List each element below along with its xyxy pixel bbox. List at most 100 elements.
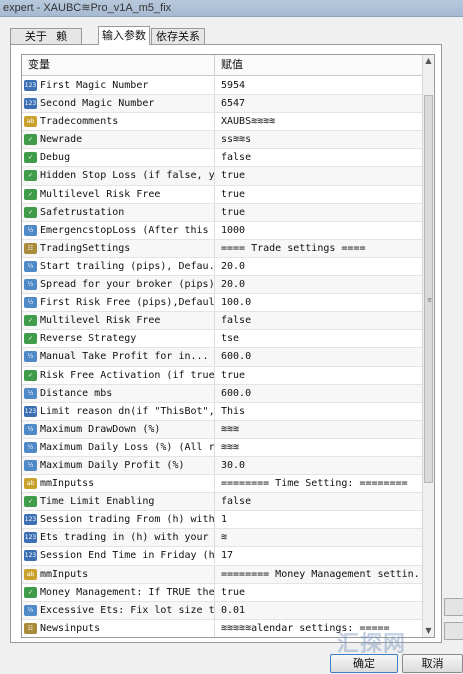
table-row[interactable]: 123 Second Magic Number 6547: [22, 95, 422, 114]
watermark-logo: 汇探网: [337, 632, 407, 657]
tab-dependencies[interactable]: 依存关系: [151, 28, 205, 44]
parameter-name: Newrade: [40, 131, 215, 149]
txt-type-icon: ab: [24, 116, 37, 128]
table-row[interactable]: ✓ Multilevel Risk Free false: [22, 312, 422, 331]
table-row[interactable]: ½ Start trailing (pips), Defau... 20.0: [22, 257, 422, 277]
parameter-value[interactable]: 6547: [221, 95, 419, 112]
table-row[interactable]: ½ Maximum Daily Loss (%) (All r... ≋≋≋: [22, 438, 422, 457]
table-row[interactable]: ✓ Safetrustation true: [22, 203, 422, 222]
cancel-button[interactable]: 取消: [402, 654, 463, 673]
tab-about[interactable]: 关于 ⁠ ⁠ 赖: [10, 28, 82, 44]
parameter-value[interactable]: true: [221, 167, 419, 184]
window-titlebar[interactable]: expert - XAUBC⁠≋Pro_v1A_m5_fix: [0, 0, 463, 17]
parameter-value[interactable]: true: [221, 367, 419, 384]
side-button-save[interactable]: [444, 622, 463, 640]
parameter-name: First Risk Free (pips),Defaul...: [40, 294, 215, 312]
parameter-name: Maximum DrawDown (%): [40, 420, 215, 438]
parameter-name: mmInputs: [40, 565, 215, 583]
parameter-value[interactable]: 30.0: [221, 457, 419, 474]
parameter-name: mmInputss: [40, 475, 215, 493]
dbl-type-icon: ½: [24, 604, 37, 616]
dbl-type-icon: ½: [24, 459, 37, 471]
parameter-value[interactable]: false: [221, 493, 419, 510]
bool-type-icon: ✓: [24, 586, 37, 598]
parameter-value[interactable]: ss≋≋s: [221, 131, 419, 148]
parameter-value[interactable]: false: [221, 149, 419, 166]
num-type-icon: 123: [24, 80, 37, 91]
parameter-value[interactable]: ≋≋≋: [221, 439, 419, 456]
parameter-value[interactable]: ≋: [221, 529, 419, 546]
table-row[interactable]: ✓ Risk Free Activation (if true... true: [22, 366, 422, 385]
window-title: expert - XAUBC⁠≋Pro_v1A_m5_fix: [3, 2, 172, 14]
bool-type-icon: ✓: [24, 170, 37, 182]
scroll-up-icon[interactable]: ▲: [423, 55, 434, 67]
scrollbar-thumb[interactable]: ≡: [424, 95, 433, 483]
table-row[interactable]: 123 Ets trading in (h) with your ... ≋: [22, 529, 422, 548]
table-row[interactable]: ☷ TradingSettings ==== Trade settings ====: [22, 239, 422, 258]
parameters-grid[interactable]: 变量 赋值 123 First Magic Number 5954 123 Second…: [21, 54, 435, 638]
variable-column-header[interactable]: 变量: [22, 55, 215, 75]
table-row[interactable]: ½ Distance mbs 600.0: [22, 384, 422, 403]
ok-button[interactable]: 确定: [330, 654, 398, 673]
tab-inputs[interactable]: 输入参数: [98, 26, 150, 45]
parameter-value[interactable]: ≋≋≋: [221, 421, 419, 438]
side-button-load[interactable]: [444, 598, 463, 616]
bool-type-icon: ✓: [24, 206, 37, 218]
parameter-name: Spread for your broker (pips)...: [40, 276, 215, 294]
parameter-value[interactable]: ==== Trade settings ====: [221, 240, 419, 257]
vertical-scrollbar[interactable]: ▲ ≡ ▼: [422, 55, 434, 637]
parameter-value[interactable]: 1000: [221, 222, 419, 239]
table-row[interactable]: ½EmergencstopLoss (After this p... 1000: [22, 221, 422, 240]
bool-type-icon: ✓: [24, 333, 37, 345]
table-row[interactable]: ½ Spread for your broker (pips)... 20.0: [22, 276, 422, 295]
parameter-value[interactable]: true: [221, 584, 419, 601]
parameter-name: Session trading From (h) with y...: [40, 511, 215, 529]
table-row[interactable]: ab mmInputs ======== Money Management sett…: [22, 565, 422, 584]
parameter-value[interactable]: 20.0: [221, 276, 419, 293]
table-row[interactable]: ✓ Hidden Stop Loss (if false, y... true: [22, 167, 422, 186]
parameter-value[interactable]: tse: [221, 330, 419, 347]
table-row[interactable]: ½ First Risk Free (pips),Defaul... 100.0: [22, 294, 422, 313]
value-column-header[interactable]: 赋值: [215, 55, 422, 75]
parameter-name: Money Management: If TRUE the...: [40, 583, 215, 601]
table-row[interactable]: ½ Maximum Daily Profit (%) 30.0: [22, 456, 422, 476]
table-row[interactable]: ✓ Reverse Strategy tse: [22, 330, 422, 349]
grid-header: 变量 赋值: [22, 55, 422, 76]
table-row[interactable]: ½ Maximum DrawDown (%) ≋≋≋: [22, 420, 422, 439]
parameter-name: Reverse Strategy: [40, 330, 215, 348]
table-row[interactable]: 123 First Magic Number 5954: [22, 77, 422, 96]
parameter-value[interactable]: 600.0: [221, 385, 419, 402]
table-row[interactable]: ab mmInputss ======== Time Setting: ======…: [22, 475, 422, 494]
date-type-icon: ☷: [24, 242, 37, 254]
parameter-name: Debug: [40, 149, 215, 167]
parameter-value[interactable]: true: [221, 186, 419, 203]
parameter-value[interactable]: true: [221, 204, 419, 221]
parameter-value[interactable]: 17: [221, 547, 419, 564]
table-row[interactable]: ✓ Debug false: [22, 149, 422, 168]
parameter-value[interactable]: 5954: [221, 77, 419, 94]
parameter-value[interactable]: 20.0: [221, 258, 419, 275]
table-row[interactable]: ½ Excessive Ets: Fix lot size t... 0.01: [22, 601, 422, 620]
table-row[interactable]: ✓ Multilevel Risk Free true: [22, 185, 422, 204]
parameter-value[interactable]: 1: [221, 511, 419, 528]
parameter-value[interactable]: false: [221, 312, 419, 329]
dbl-type-icon: ½: [24, 297, 37, 309]
parameter-name: Session End Time in Friday (h...: [40, 547, 215, 565]
table-row[interactable]: ½ Manual Take Profit for in... 600.0: [22, 348, 422, 367]
parameter-value[interactable]: 100.0: [221, 294, 419, 311]
table-row[interactable]: 123Limit reason dn(if "ThisBot", ... This: [22, 402, 422, 421]
table-row[interactable]: 123Session trading From (h) with y... 1: [22, 511, 422, 530]
parameter-value[interactable]: ======== Time Setting: ========: [221, 475, 419, 492]
dbl-type-icon: ½: [24, 351, 37, 363]
parameter-value[interactable]: XAUBS≋≋≋≋: [221, 113, 419, 130]
table-row[interactable]: ab Tradecomments XAUBS≋≋≋≋: [22, 113, 422, 132]
table-row[interactable]: ✓ Money Management: If TRUE the... true: [22, 583, 422, 602]
grip-icon: ≡: [427, 296, 432, 304]
parameter-value[interactable]: 0.01: [221, 602, 419, 619]
parameter-value[interactable]: ======== Money Management settin...: [221, 566, 419, 583]
table-row[interactable]: ✓ Newrade ss≋≋s: [22, 131, 422, 150]
parameter-value[interactable]: 600.0: [221, 348, 419, 365]
parameter-value[interactable]: This: [221, 403, 419, 420]
table-row[interactable]: ✓ Time Limit Enabling false: [22, 493, 422, 512]
table-row[interactable]: 123 Session End Time in Friday (h... 17: [22, 547, 422, 566]
